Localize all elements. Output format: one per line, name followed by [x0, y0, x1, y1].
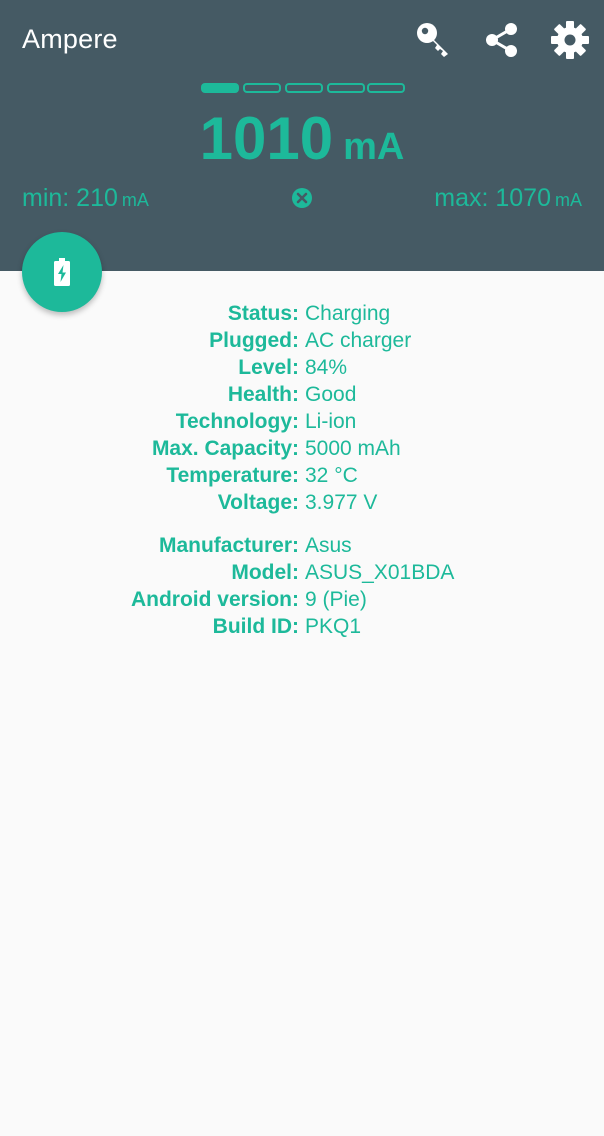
- max-unit: mA: [555, 190, 582, 210]
- battery-info-row: Status: Charging: [0, 300, 604, 327]
- info-label: Plugged:: [209, 329, 299, 352]
- device-info-row: Model: ASUS_X01BDA: [0, 559, 604, 586]
- page-indicator-dot[interactable]: [285, 83, 323, 93]
- app-header: Ampere 1010 mA min: 210 mA max: 1070 mA: [0, 0, 604, 271]
- info-label: Max. Capacity:: [151, 437, 299, 460]
- page-indicator: [201, 83, 405, 93]
- app-title: Ampere: [22, 24, 118, 54]
- info-label: Voltage:: [217, 491, 299, 514]
- page-indicator-dot[interactable]: [243, 83, 281, 93]
- info-label: Temperature:: [166, 464, 299, 487]
- page-indicator-dot[interactable]: [367, 83, 405, 93]
- page-indicator-dot[interactable]: [327, 83, 365, 93]
- info-value: ASUS_X01BDA: [305, 561, 455, 584]
- battery-info-row: Max. Capacity: 5000 mAh: [0, 435, 604, 462]
- info-value: Good: [305, 383, 357, 406]
- max-value: max: 1070: [434, 184, 551, 212]
- info-label: Technology:: [175, 410, 299, 433]
- battery-info-row: Voltage: 3.977 V: [0, 489, 604, 516]
- info-value: 32 °C: [305, 464, 358, 487]
- info-value: 5000 mAh: [305, 437, 401, 460]
- gear-icon[interactable]: [550, 20, 590, 60]
- info-label: Android version:: [130, 588, 299, 611]
- info-value: Charging: [305, 302, 391, 325]
- battery-info-panel: Status: Charging Plugged: AC charger Level: 8…: [0, 300, 604, 640]
- battery-charging-icon: [54, 258, 70, 286]
- info-value: PKQ1: [305, 615, 362, 638]
- battery-info-row: Plugged: AC charger: [0, 327, 604, 354]
- battery-info-row: Level: 84%: [0, 354, 604, 381]
- battery-info-row: Temperature: 32 °C: [0, 462, 604, 489]
- min-unit: mA: [121, 190, 149, 210]
- current-unit: mA: [343, 126, 405, 168]
- info-label: Health:: [227, 383, 299, 406]
- info-label: Status:: [227, 302, 299, 325]
- current-value: 1010: [199, 105, 334, 172]
- min-reading: min: 210 mA: [22, 184, 149, 213]
- reset-minmax-icon[interactable]: [291, 187, 313, 209]
- battery-info-row: Technology: Li-ion: [0, 408, 604, 435]
- share-icon[interactable]: [482, 20, 522, 60]
- info-value: 84%: [305, 356, 348, 379]
- info-value: 9 (Pie): [305, 588, 367, 611]
- page-indicator-dot[interactable]: [201, 83, 239, 93]
- device-info-row: Build ID: PKQ1: [0, 613, 604, 640]
- device-info-row: Manufacturer: Asus: [0, 532, 604, 559]
- max-reading: max: 1070 mA: [434, 184, 582, 213]
- info-value: AC charger: [305, 329, 412, 352]
- current-reading: 1010 mA: [0, 104, 604, 173]
- info-value: Li-ion: [305, 410, 357, 433]
- min-value: min: 210: [22, 184, 118, 212]
- key-icon[interactable]: [414, 20, 454, 60]
- info-value: 3.977 V: [305, 491, 378, 514]
- info-label: Model:: [231, 561, 299, 584]
- info-label: Build ID:: [212, 615, 299, 638]
- device-info-row: Android version: 9 (Pie): [0, 586, 604, 613]
- battery-info-row: Health: Good: [0, 381, 604, 408]
- info-label: Level:: [238, 356, 299, 379]
- info-label: Manufacturer:: [158, 534, 299, 557]
- info-value: Asus: [305, 534, 352, 557]
